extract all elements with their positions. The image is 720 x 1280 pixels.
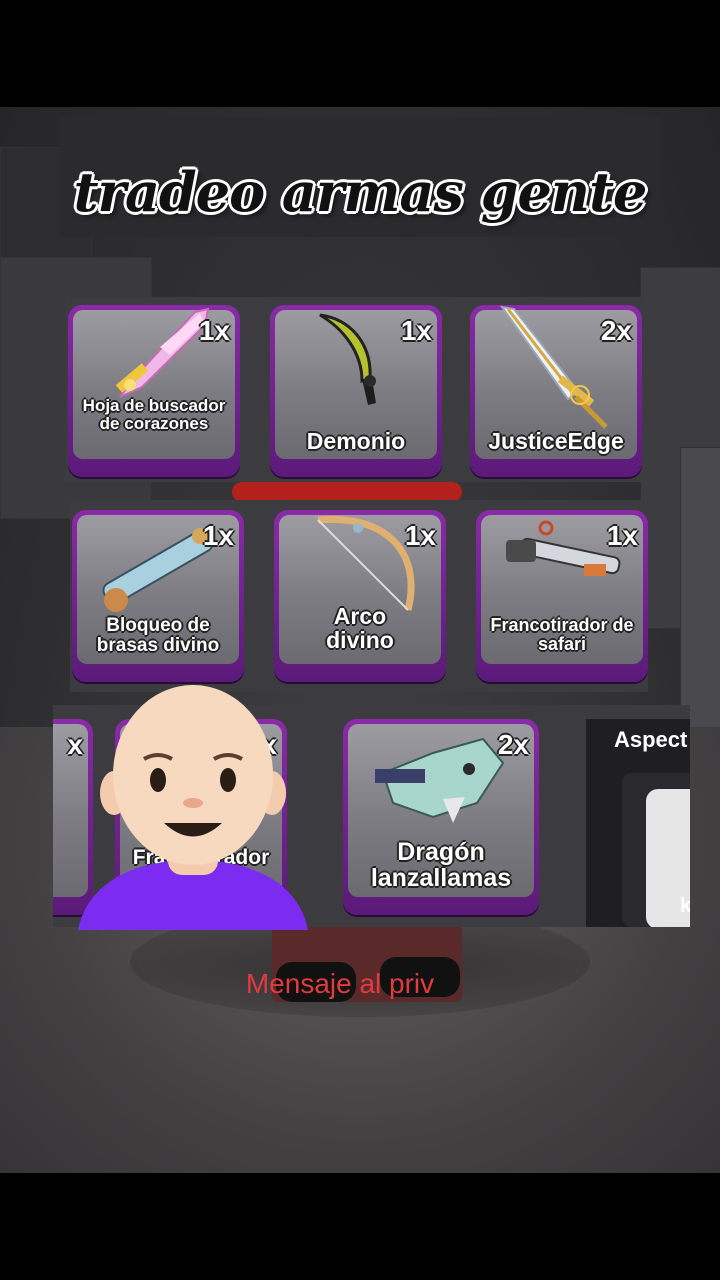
- weapon-card[interactable]: 2x JusticeEdge: [470, 305, 642, 477]
- weapon-name: Arco divino: [326, 603, 394, 654]
- dragon-flamethrower-icon: [375, 737, 505, 823]
- quantity-label: 1x: [404, 520, 436, 551]
- inventory-strip-1: 1x Hoja de buscador de corazones 1x Demo…: [66, 297, 642, 482]
- demon-blade-icon: [319, 313, 376, 405]
- weapon-name: Demonio: [306, 428, 406, 454]
- inventory-strip-2: 1x Bloqueo de brasas divino 1x Arco divi…: [70, 500, 648, 692]
- overlay-title: tradeo armas gente: [73, 160, 648, 224]
- weapon-card[interactable]: 1x Francotirador de safari: [476, 510, 648, 682]
- weapon-name: Dragón lanzallamas: [370, 838, 512, 893]
- aspect-label: Aspect: [614, 727, 688, 752]
- bald-avatar-sticker: [78, 685, 308, 930]
- weapon-card[interactable]: 2x Dragón lanzallamas: [343, 719, 539, 915]
- weapon-name: Francotirador de safari: [490, 615, 634, 654]
- weapon-card[interactable]: 1x Bloqueo de brasas divino: [72, 510, 244, 682]
- weapon-name: JusticeEdge: [488, 428, 624, 454]
- character-hat: [232, 482, 462, 502]
- top-letterbox: [0, 0, 720, 107]
- weapon-card[interactable]: 1x Demonio: [270, 305, 442, 477]
- weapon-card[interactable]: 1x Arco divino: [274, 510, 446, 682]
- quantity-label: 1x: [198, 315, 230, 346]
- quantity-label: 2x: [497, 729, 529, 760]
- bottom-letterbox: [0, 1173, 720, 1280]
- weapon-name: Bloqueo de brasas divino: [96, 615, 220, 656]
- weapon-name: Hoja de buscador de corazones: [82, 396, 226, 433]
- quantity-label: 1x: [400, 315, 432, 346]
- aspect-side-panel: Aspect k: [586, 719, 690, 927]
- quantity-label: 2x: [600, 315, 632, 346]
- quantity-label: 1x: [606, 520, 638, 551]
- caption-text: Mensaje al priv: [245, 968, 435, 999]
- quantity-label: 1x: [202, 520, 234, 551]
- weapon-card[interactable]: 1x Hoja de buscador de corazones: [68, 305, 240, 477]
- aspect-trailing-text: k: [680, 895, 690, 917]
